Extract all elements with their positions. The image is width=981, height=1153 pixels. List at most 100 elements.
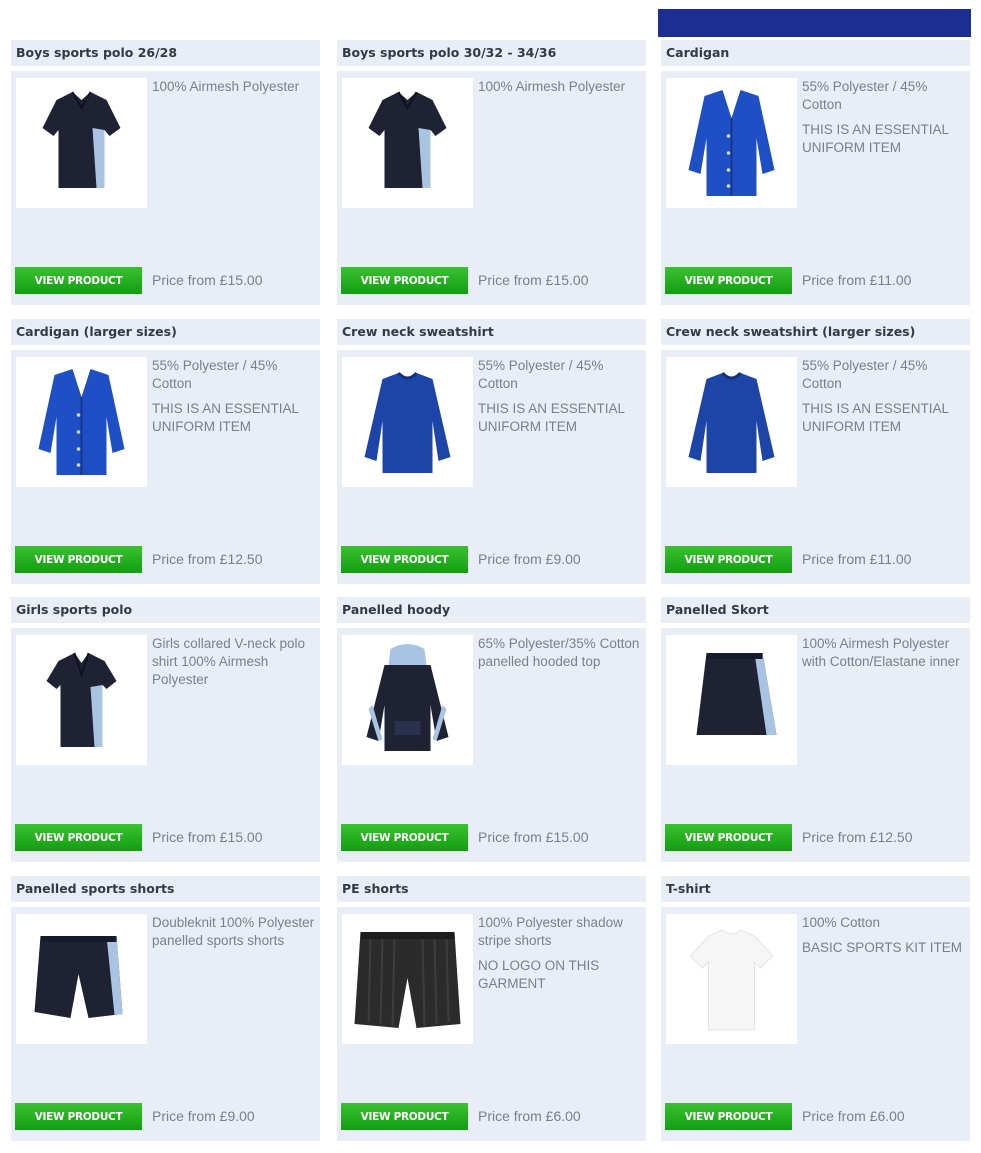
- product-title[interactable]: T-shirt: [666, 881, 711, 896]
- polo-shirt-icon: [42, 91, 121, 188]
- product-title[interactable]: Girls sports polo: [16, 602, 132, 617]
- product-title-bar: Panelled sports shorts: [11, 876, 320, 902]
- product-title[interactable]: Panelled sports shorts: [16, 881, 174, 896]
- product-card: Boys sports polo 30/32 - 34/36 100% Airm…: [337, 40, 646, 305]
- product-title-bar: Girls sports polo: [11, 597, 320, 623]
- product-body: 100% Airmesh Polyester VIEW PRODUCT Pric…: [11, 71, 320, 305]
- view-product-button[interactable]: VIEW PRODUCT: [15, 1103, 142, 1130]
- product-description: 100% Polyester shadow stripe shorts: [478, 915, 623, 948]
- product-title[interactable]: PE shorts: [342, 881, 409, 896]
- product-description: 55% Polyester / 45% Cotton: [802, 79, 928, 112]
- product-image[interactable]: [342, 635, 473, 765]
- view-product-button[interactable]: VIEW PRODUCT: [665, 546, 792, 573]
- product-title-bar: Cardigan (larger sizes): [11, 319, 320, 345]
- product-description: 55% Polyester / 45% Cotton: [152, 358, 278, 391]
- product-price: Price from £12.50: [802, 829, 913, 845]
- product-title-bar: Crew neck sweatshirt (larger sizes): [661, 319, 970, 345]
- product-description: THIS IS AN ESSENTIAL UNIFORM ITEM: [802, 122, 949, 155]
- view-product-button[interactable]: VIEW PRODUCT: [665, 824, 792, 851]
- product-description: 100% Cotton: [802, 915, 881, 930]
- product-description: THIS IS AN ESSENTIAL UNIFORM ITEM: [802, 401, 949, 434]
- product-description-block: 65% Polyester/35% Cotton panelled hooded…: [478, 635, 642, 678]
- product-image[interactable]: [342, 78, 473, 208]
- product-price: Price from £12.50: [152, 551, 263, 567]
- product-image[interactable]: [666, 357, 797, 487]
- product-image[interactable]: [666, 635, 797, 765]
- product-description-block: 100% Airmesh Polyester with Cotton/Elast…: [802, 635, 966, 678]
- sports-shorts-icon: [34, 936, 123, 1018]
- product-title[interactable]: Crew neck sweatshirt (larger sizes): [666, 324, 915, 339]
- product-description-block: Doubleknit 100% Polyester panelled sport…: [152, 914, 316, 957]
- product-description-block: 100% Airmesh Polyester: [152, 78, 316, 103]
- product-description: 100% Airmesh Polyester: [152, 79, 300, 94]
- product-description: Girls collared V-neck polo shirt 100% Ai…: [152, 636, 306, 687]
- product-body: 100% Airmesh Polyester with Cotton/Elast…: [661, 628, 970, 862]
- top-banner: [658, 9, 971, 37]
- product-card: Panelled sports shorts Doubleknit 100% P…: [11, 876, 320, 1141]
- product-description-block: 55% Polyester / 45% Cotton THIS IS AN ESS…: [152, 357, 316, 443]
- sweatshirt-icon: [688, 371, 775, 473]
- product-body: 55% Polyester / 45% Cotton THIS IS AN ESS…: [661, 350, 970, 584]
- product-description: NO LOGO ON THIS GARMENT: [478, 958, 600, 991]
- product-card: Panelled Skort 100% Airmesh Polyester wi…: [661, 597, 970, 862]
- product-body: Doubleknit 100% Polyester panelled sport…: [11, 907, 320, 1141]
- product-body: 55% Polyester / 45% Cotton THIS IS AN ESS…: [11, 350, 320, 584]
- view-product-button[interactable]: VIEW PRODUCT: [341, 1103, 468, 1130]
- product-card: Cardigan (larger sizes) 55% Polyester / …: [11, 319, 320, 584]
- product-description: 65% Polyester/35% Cotton panelled hooded…: [478, 636, 640, 669]
- view-product-button[interactable]: VIEW PRODUCT: [341, 824, 468, 851]
- product-price: Price from £9.00: [478, 551, 581, 567]
- product-card: PE shorts 100% Polyester shadow stripe s…: [337, 876, 646, 1141]
- product-image[interactable]: [342, 357, 473, 487]
- product-image[interactable]: [666, 78, 797, 208]
- view-product-button[interactable]: VIEW PRODUCT: [665, 1103, 792, 1130]
- view-product-button[interactable]: VIEW PRODUCT: [341, 267, 468, 294]
- product-price: Price from £6.00: [802, 1108, 905, 1124]
- product-card: Boys sports polo 26/28 100% Airmesh Poly…: [11, 40, 320, 305]
- view-product-button[interactable]: VIEW PRODUCT: [665, 267, 792, 294]
- product-card: Panelled hoody 65% Polyester/35% Cotton …: [337, 597, 646, 862]
- product-description-block: Girls collared V-neck polo shirt 100% Ai…: [152, 635, 316, 696]
- product-title[interactable]: Boys sports polo 30/32 - 34/36: [342, 45, 556, 60]
- product-image[interactable]: [16, 357, 147, 487]
- product-title-bar: Boys sports polo 26/28: [11, 40, 320, 66]
- product-image[interactable]: [16, 635, 147, 765]
- product-price: Price from £15.00: [478, 829, 589, 845]
- hoody-icon: [366, 644, 449, 751]
- view-product-button[interactable]: VIEW PRODUCT: [341, 546, 468, 573]
- product-description: THIS IS AN ESSENTIAL UNIFORM ITEM: [478, 401, 625, 434]
- product-title[interactable]: Panelled hoody: [342, 602, 450, 617]
- product-price: Price from £6.00: [478, 1108, 581, 1124]
- skort-icon: [696, 653, 777, 735]
- product-image[interactable]: [16, 914, 147, 1044]
- product-title[interactable]: Cardigan (larger sizes): [16, 324, 177, 339]
- girls-polo-icon: [46, 652, 117, 747]
- product-price: Price from £11.00: [802, 272, 912, 288]
- product-body: 65% Polyester/35% Cotton panelled hooded…: [337, 628, 646, 862]
- product-title-bar: Panelled Skort: [661, 597, 970, 623]
- cardigan-icon: [688, 90, 775, 196]
- product-title[interactable]: Crew neck sweatshirt: [342, 324, 494, 339]
- product-title[interactable]: Cardigan: [666, 45, 729, 60]
- product-title[interactable]: Panelled Skort: [666, 602, 769, 617]
- product-card: Crew neck sweatshirt (larger sizes) 55% …: [661, 319, 970, 584]
- product-description-block: 55% Polyester / 45% Cotton THIS IS AN ESS…: [802, 78, 966, 164]
- product-title[interactable]: Boys sports polo 26/28: [16, 45, 177, 60]
- product-title-bar: PE shorts: [337, 876, 646, 902]
- product-description-block: 100% Polyester shadow stripe shorts NO LO…: [478, 914, 642, 1000]
- pe-shorts-icon: [354, 932, 461, 1028]
- product-price: Price from £15.00: [478, 272, 589, 288]
- product-card: Girls sports polo Girls collared V-neck …: [11, 597, 320, 862]
- view-product-button[interactable]: VIEW PRODUCT: [15, 824, 142, 851]
- view-product-button[interactable]: VIEW PRODUCT: [15, 267, 142, 294]
- product-image[interactable]: [342, 914, 473, 1044]
- product-image[interactable]: [16, 78, 147, 208]
- cardigan-icon: [38, 369, 125, 475]
- product-title-bar: T-shirt: [661, 876, 970, 902]
- product-card: Crew neck sweatshirt 55% Polyester / 45%…: [337, 319, 646, 584]
- product-description: 55% Polyester / 45% Cotton: [478, 358, 604, 391]
- product-description-block: 100% Airmesh Polyester: [478, 78, 642, 103]
- view-product-button[interactable]: VIEW PRODUCT: [15, 546, 142, 573]
- product-price: Price from £15.00: [152, 272, 263, 288]
- product-image[interactable]: [666, 914, 797, 1044]
